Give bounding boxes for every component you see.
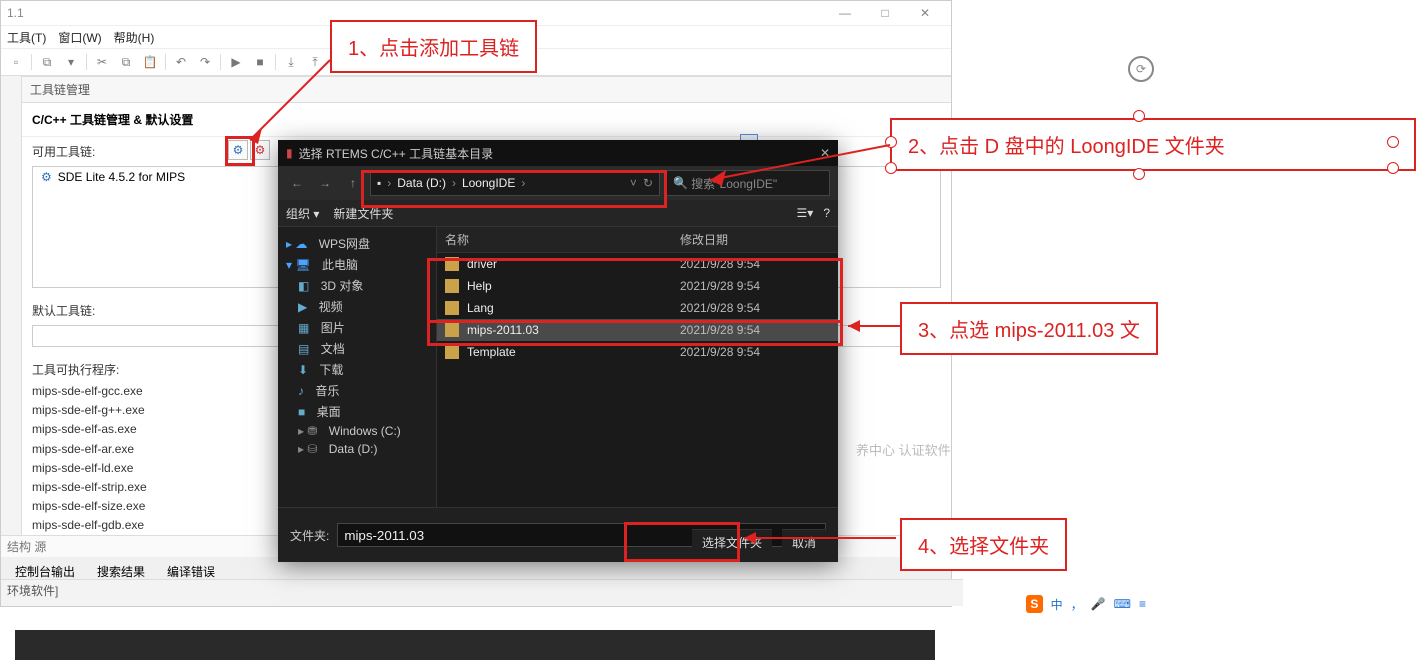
search-placeholder: 搜索"LoongIDE" bbox=[691, 175, 777, 192]
ime-keyboard-icon[interactable]: ⌨ bbox=[1114, 597, 1131, 611]
search-input[interactable]: 🔍 搜索"LoongIDE" bbox=[666, 170, 830, 196]
tb-stop-icon[interactable]: ■ bbox=[249, 52, 271, 72]
panel-header: C/C++ 工具链管理 & 默认设置 bbox=[22, 103, 951, 137]
file-row-selected[interactable]: mips-2011.032021/9/28 9:54 bbox=[437, 319, 838, 341]
ime-lang[interactable]: 中 bbox=[1051, 596, 1063, 613]
file-row[interactable]: Help2021/9/28 9:54 bbox=[437, 275, 838, 297]
sogou-icon[interactable]: S bbox=[1026, 595, 1043, 613]
crumb-folder[interactable]: LoongIDE bbox=[462, 176, 515, 190]
file-row[interactable]: Template2021/9/28 9:54 bbox=[437, 341, 838, 363]
tb-open-icon[interactable]: ⧉ bbox=[36, 52, 58, 72]
annotation-4: 4、选择文件夹 bbox=[900, 518, 1067, 571]
left-gutter bbox=[1, 76, 22, 537]
tb-step2-icon[interactable]: ⤒ bbox=[304, 52, 326, 72]
tb-undo-icon[interactable]: ↶ bbox=[170, 52, 192, 72]
tree-music[interactable]: ♪ 音乐 bbox=[282, 380, 432, 401]
dialog-nav: ← → ↑ ▪ › Data (D:) › LoongIDE › ˅ ↻ 🔍 搜… bbox=[278, 166, 838, 200]
tree-wps[interactable]: ▸ ☁ WPS网盘 bbox=[282, 233, 432, 254]
tb-cut-icon[interactable]: ✂ bbox=[91, 52, 113, 72]
tree-ddrive[interactable]: ▸ ⛁ Data (D:) bbox=[282, 440, 432, 458]
annotation-3: 3、点选 mips-2011.03 文 bbox=[900, 302, 1158, 355]
ime-menu-icon[interactable]: ≡ bbox=[1139, 597, 1146, 611]
menu-help[interactable]: 帮助(H) bbox=[114, 29, 155, 46]
tb-step-icon[interactable]: ⤓ bbox=[280, 52, 302, 72]
tb-paste-icon[interactable]: 📋 bbox=[139, 52, 161, 72]
folder-icon bbox=[445, 257, 459, 271]
gear-icon: ⚙ bbox=[41, 170, 52, 184]
dialog-toolbar: 组织 ▾ 新建文件夹 ☰▾ ? bbox=[278, 200, 838, 227]
tb-copy-icon[interactable]: ⧉ bbox=[115, 52, 137, 72]
nav-back-icon[interactable]: ← bbox=[286, 176, 308, 190]
panel-tab[interactable]: 工具链管理 bbox=[22, 77, 951, 103]
tb-new-icon[interactable]: ▫ bbox=[5, 52, 27, 72]
menu-tools[interactable]: 工具(T) bbox=[7, 29, 46, 46]
file-list-header: 名称 修改日期 bbox=[437, 227, 838, 253]
tree-documents[interactable]: ▤ 文档 bbox=[282, 338, 432, 359]
file-dialog: ▮ 选择 RTEMS C/C++ 工具链基本目录 ✕ ← → ↑ ▪ › Dat… bbox=[278, 140, 838, 560]
nav-fwd-icon[interactable]: → bbox=[314, 176, 336, 190]
file-row[interactable]: Lang2021/9/28 9:54 bbox=[437, 297, 838, 319]
organize-menu[interactable]: 组织 ▾ bbox=[286, 205, 319, 222]
folder-icon bbox=[445, 323, 459, 337]
help-icon[interactable]: ? bbox=[823, 206, 830, 220]
nav-up-icon[interactable]: ↑ bbox=[342, 176, 364, 190]
tree-thispc[interactable]: ▾ 🖥 此电脑 bbox=[282, 254, 432, 275]
drive-icon: ▪ bbox=[377, 176, 381, 190]
tree-cdrive[interactable]: ▸ ⛃ Windows (C:) bbox=[282, 422, 432, 440]
ime-punct-icon[interactable]: ， bbox=[1071, 596, 1083, 613]
col-date[interactable]: 修改日期 bbox=[680, 231, 830, 248]
close-button[interactable]: ✕ bbox=[905, 6, 945, 20]
folder-icon bbox=[445, 279, 459, 293]
breadcrumb[interactable]: ▪ › Data (D:) › LoongIDE › ˅ ↻ bbox=[370, 170, 660, 196]
tree-desktop[interactable]: ■ 桌面 bbox=[282, 401, 432, 422]
cancel-button[interactable]: 取消 bbox=[782, 529, 826, 554]
tb-run-icon[interactable]: ▶ bbox=[225, 52, 247, 72]
menu-window[interactable]: 窗口(W) bbox=[58, 29, 101, 46]
toolchain-side-buttons: ⚙ ⚙ bbox=[228, 140, 270, 160]
minimize-button[interactable]: — bbox=[825, 6, 865, 20]
folder-field-label: 文件夹: bbox=[290, 527, 329, 544]
tree-downloads[interactable]: ⬇ 下载 bbox=[282, 359, 432, 380]
tree-video[interactable]: ▶ 视频 bbox=[282, 296, 432, 317]
reload-icon[interactable]: ⟳ bbox=[1128, 56, 1154, 82]
view-menu-icon[interactable]: ☰▾ bbox=[797, 206, 814, 220]
app-icon: ▮ bbox=[286, 146, 293, 160]
taskbar-shadow bbox=[15, 630, 935, 660]
background-text: 养中心 认证软件 bbox=[856, 440, 951, 459]
dialog-close-icon[interactable]: ✕ bbox=[820, 146, 830, 160]
add-toolchain-button[interactable]: ⚙ bbox=[228, 140, 248, 160]
tb-save-icon[interactable]: ▾ bbox=[60, 52, 82, 72]
remove-toolchain-button[interactable]: ⚙ bbox=[250, 140, 270, 160]
dialog-title-bar: ▮ 选择 RTEMS C/C++ 工具链基本目录 ✕ bbox=[278, 140, 838, 166]
new-folder-button[interactable]: 新建文件夹 bbox=[333, 205, 393, 222]
crumb-drive[interactable]: Data (D:) bbox=[397, 176, 446, 190]
tree-3d[interactable]: ◧ 3D 对象 bbox=[282, 275, 432, 296]
annotation-2: 2、点击 D 盘中的 LoongIDE 文件夹 bbox=[890, 118, 1416, 171]
maximize-button[interactable]: □ bbox=[865, 6, 905, 20]
ime-mic-icon[interactable]: 🎤 bbox=[1091, 597, 1106, 611]
status-bar: 环境软件] bbox=[1, 579, 963, 606]
crumb-dropdown-icon[interactable]: ˅ bbox=[630, 176, 637, 190]
folder-icon bbox=[445, 345, 459, 359]
refresh-icon[interactable]: ↻ bbox=[643, 176, 653, 190]
title-text: 1.1 bbox=[7, 6, 24, 20]
col-name[interactable]: 名称 bbox=[445, 231, 680, 248]
file-list[interactable]: 名称 修改日期 driver2021/9/28 9:54 Help2021/9/… bbox=[437, 227, 838, 507]
select-folder-button[interactable]: 选择文件夹 bbox=[692, 529, 772, 554]
annotation-1: 1、点击添加工具链 bbox=[330, 20, 537, 73]
folder-tree[interactable]: ▸ ☁ WPS网盘 ▾ 🖥 此电脑 ◧ 3D 对象 ▶ 视频 ▦ 图片 ▤ 文档… bbox=[278, 227, 437, 507]
dialog-title: 选择 RTEMS C/C++ 工具链基本目录 bbox=[299, 145, 493, 162]
toolchain-name: SDE Lite 4.5.2 for MIPS bbox=[58, 170, 185, 184]
tree-pictures[interactable]: ▦ 图片 bbox=[282, 317, 432, 338]
folder-icon bbox=[445, 301, 459, 315]
tb-redo-icon[interactable]: ↷ bbox=[194, 52, 216, 72]
ime-tray: S 中 ， 🎤 ⌨ ≡ bbox=[1026, 593, 1146, 615]
search-icon: 🔍 bbox=[673, 176, 688, 190]
file-row[interactable]: driver2021/9/28 9:54 bbox=[437, 253, 838, 275]
